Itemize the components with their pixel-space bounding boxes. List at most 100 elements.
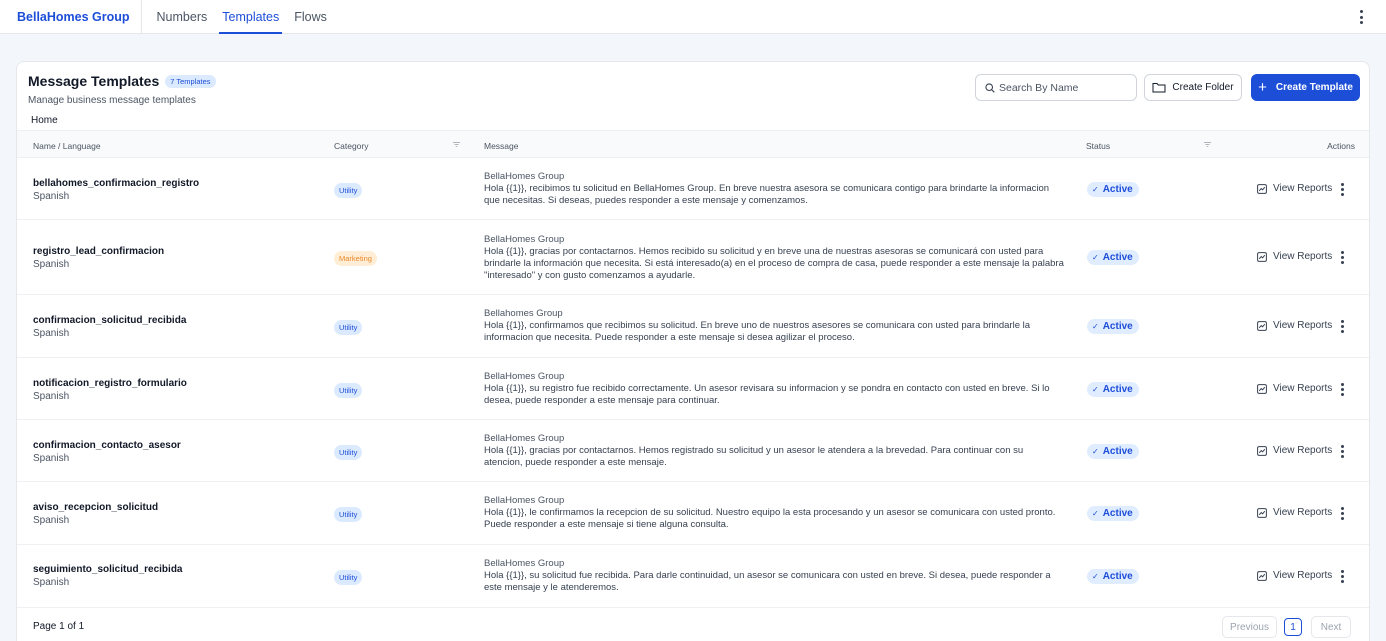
brand-name[interactable]: BellaHomes Group <box>17 0 142 34</box>
status-label: Active <box>1102 321 1133 332</box>
template-name[interactable]: registro_lead_confirmacion <box>33 246 164 257</box>
template-language: Spanish <box>33 328 70 339</box>
message-body: Hola {{1}}, su registro fue recibido cor… <box>484 383 1050 406</box>
template-name[interactable]: bellahomes_confirmacion_registro <box>33 178 199 189</box>
view-reports-link[interactable]: View Reports <box>1257 445 1332 456</box>
status-label: Active <box>1102 508 1133 519</box>
previous-page-button[interactable]: Previous <box>1222 616 1277 638</box>
check-icon: ✓ <box>1092 447 1099 456</box>
column-category: Category <box>334 141 369 151</box>
status-badge: ✓ Active <box>1087 182 1139 197</box>
chart-icon <box>1257 183 1267 194</box>
table-row[interactable]: seguimiento_solicitud_recibida Spanish U… <box>17 545 1369 608</box>
category-badge: Utility <box>334 320 363 335</box>
check-icon: ✓ <box>1092 509 1099 518</box>
table-row[interactable]: confirmacion_solicitud_recibida Spanish … <box>17 295 1369 358</box>
chart-icon <box>1257 570 1267 581</box>
template-name[interactable]: confirmacion_solicitud_recibida <box>33 315 186 326</box>
template-language: Spanish <box>33 191 70 202</box>
view-reports-link[interactable]: View Reports <box>1257 383 1332 394</box>
status-badge: ✓ Active <box>1087 250 1139 265</box>
check-icon: ✓ <box>1092 572 1099 581</box>
breadcrumb[interactable]: Home <box>31 115 58 126</box>
message-preview: BellaHomes Group Hola {{1}}, su solicitu… <box>484 558 1064 594</box>
column-status: Status <box>1086 141 1111 151</box>
page-title-group: Message Templates 7 Templates <box>28 73 216 89</box>
template-name-cell: notificacion_registro_formulario Spanish <box>33 378 187 402</box>
more-menu-icon[interactable] <box>1358 10 1364 24</box>
table-row[interactable]: bellahomes_confirmacion_registro Spanish… <box>17 158 1369 220</box>
category-badge: Utility <box>334 183 363 198</box>
tab-flows[interactable]: Flows <box>294 0 327 34</box>
template-name-cell: confirmacion_solicitud_recibida Spanish <box>33 315 186 339</box>
row-more-icon[interactable] <box>1339 383 1345 396</box>
template-language: Spanish <box>33 391 70 402</box>
template-name[interactable]: notificacion_registro_formulario <box>33 378 187 389</box>
table-header: Name / Language Category Message Status … <box>17 130 1369 158</box>
message-preview: BellaHomes Group Hola {{1}}, gracias por… <box>484 433 1064 469</box>
status-label: Active <box>1102 384 1133 395</box>
template-name[interactable]: aviso_recepcion_solicitud <box>33 502 158 513</box>
top-nav: BellaHomes Group Numbers Templates Flows <box>0 0 1386 34</box>
view-reports-link[interactable]: View Reports <box>1257 251 1332 262</box>
view-reports-link[interactable]: View Reports <box>1257 183 1332 194</box>
message-preview: BellaHomes Group Hola {{1}}, su registro… <box>484 371 1064 407</box>
template-name-cell: confirmacion_contacto_asesor Spanish <box>33 440 181 464</box>
page-info: Page 1 of 1 <box>33 621 85 632</box>
search-box[interactable] <box>975 74 1137 101</box>
view-reports-link[interactable]: View Reports <box>1257 507 1332 518</box>
filter-icon[interactable] <box>1204 142 1211 147</box>
row-more-icon[interactable] <box>1339 320 1345 333</box>
message-sender: BellaHomes Group <box>484 371 565 382</box>
row-more-icon[interactable] <box>1339 507 1345 520</box>
page-title: Message Templates <box>28 73 160 89</box>
status-badge: ✓ Active <box>1087 319 1139 334</box>
create-template-button[interactable]: + Create Template <box>1251 74 1360 101</box>
status-badge: ✓ Active <box>1087 506 1139 521</box>
table-row[interactable]: registro_lead_confirmacion Spanish Marke… <box>17 220 1369 295</box>
template-language: Spanish <box>33 453 70 464</box>
view-reports-label: View Reports <box>1273 445 1333 456</box>
check-icon: ✓ <box>1092 253 1099 262</box>
page-number-button[interactable]: 1 <box>1284 618 1302 636</box>
message-sender: BellaHomes Group <box>484 495 565 506</box>
template-name[interactable]: confirmacion_contacto_asesor <box>33 440 181 451</box>
create-folder-button[interactable]: Create Folder <box>1144 74 1242 101</box>
column-message: Message <box>484 141 519 151</box>
template-language: Spanish <box>33 515 70 526</box>
table-row[interactable]: aviso_recepcion_solicitud Spanish Utilit… <box>17 482 1369 545</box>
row-more-icon[interactable] <box>1339 445 1345 458</box>
chart-icon <box>1257 383 1267 394</box>
view-reports-label: View Reports <box>1273 251 1333 262</box>
search-input[interactable] <box>999 81 1129 94</box>
tab-numbers[interactable]: Numbers <box>157 0 208 34</box>
template-count-badge: 7 Templates <box>165 74 216 88</box>
template-language: Spanish <box>33 577 70 588</box>
tab-templates[interactable]: Templates <box>219 0 283 34</box>
view-reports-label: View Reports <box>1273 320 1333 331</box>
chart-icon <box>1257 320 1267 331</box>
filter-icon[interactable] <box>453 142 460 147</box>
row-more-icon[interactable] <box>1339 570 1345 583</box>
row-more-icon[interactable] <box>1339 251 1345 264</box>
view-reports-link[interactable]: View Reports <box>1257 320 1332 331</box>
next-page-button[interactable]: Next <box>1311 616 1351 638</box>
view-reports-link[interactable]: View Reports <box>1257 570 1332 581</box>
template-name[interactable]: seguimiento_solicitud_recibida <box>33 564 182 575</box>
column-actions: Actions <box>1327 141 1355 151</box>
status-badge: ✓ Active <box>1087 444 1139 459</box>
check-icon: ✓ <box>1092 185 1099 194</box>
status-label: Active <box>1102 184 1133 195</box>
table-row[interactable]: confirmacion_contacto_asesor Spanish Uti… <box>17 420 1369 482</box>
message-body: Hola {{1}}, gracias por contactarnos. He… <box>484 445 1024 468</box>
message-body: Hola {{1}}, le confirmamos la recepcion … <box>484 507 1056 530</box>
table-row[interactable]: notificacion_registro_formulario Spanish… <box>17 358 1369 420</box>
row-more-icon[interactable] <box>1339 183 1345 196</box>
message-preview: BellaHomes Group Hola {{1}}, gracias por… <box>484 234 1064 282</box>
message-sender: BellaHomes Group <box>484 234 565 245</box>
message-body: Hola {{1}}, su solicitud fue recibida. P… <box>484 570 1051 593</box>
view-reports-label: View Reports <box>1273 570 1333 581</box>
message-sender: BellaHomes Group <box>484 171 565 182</box>
message-body: Hola {{1}}, gracias por contactarnos. He… <box>484 246 1064 281</box>
create-folder-label: Create Folder <box>1172 82 1234 93</box>
